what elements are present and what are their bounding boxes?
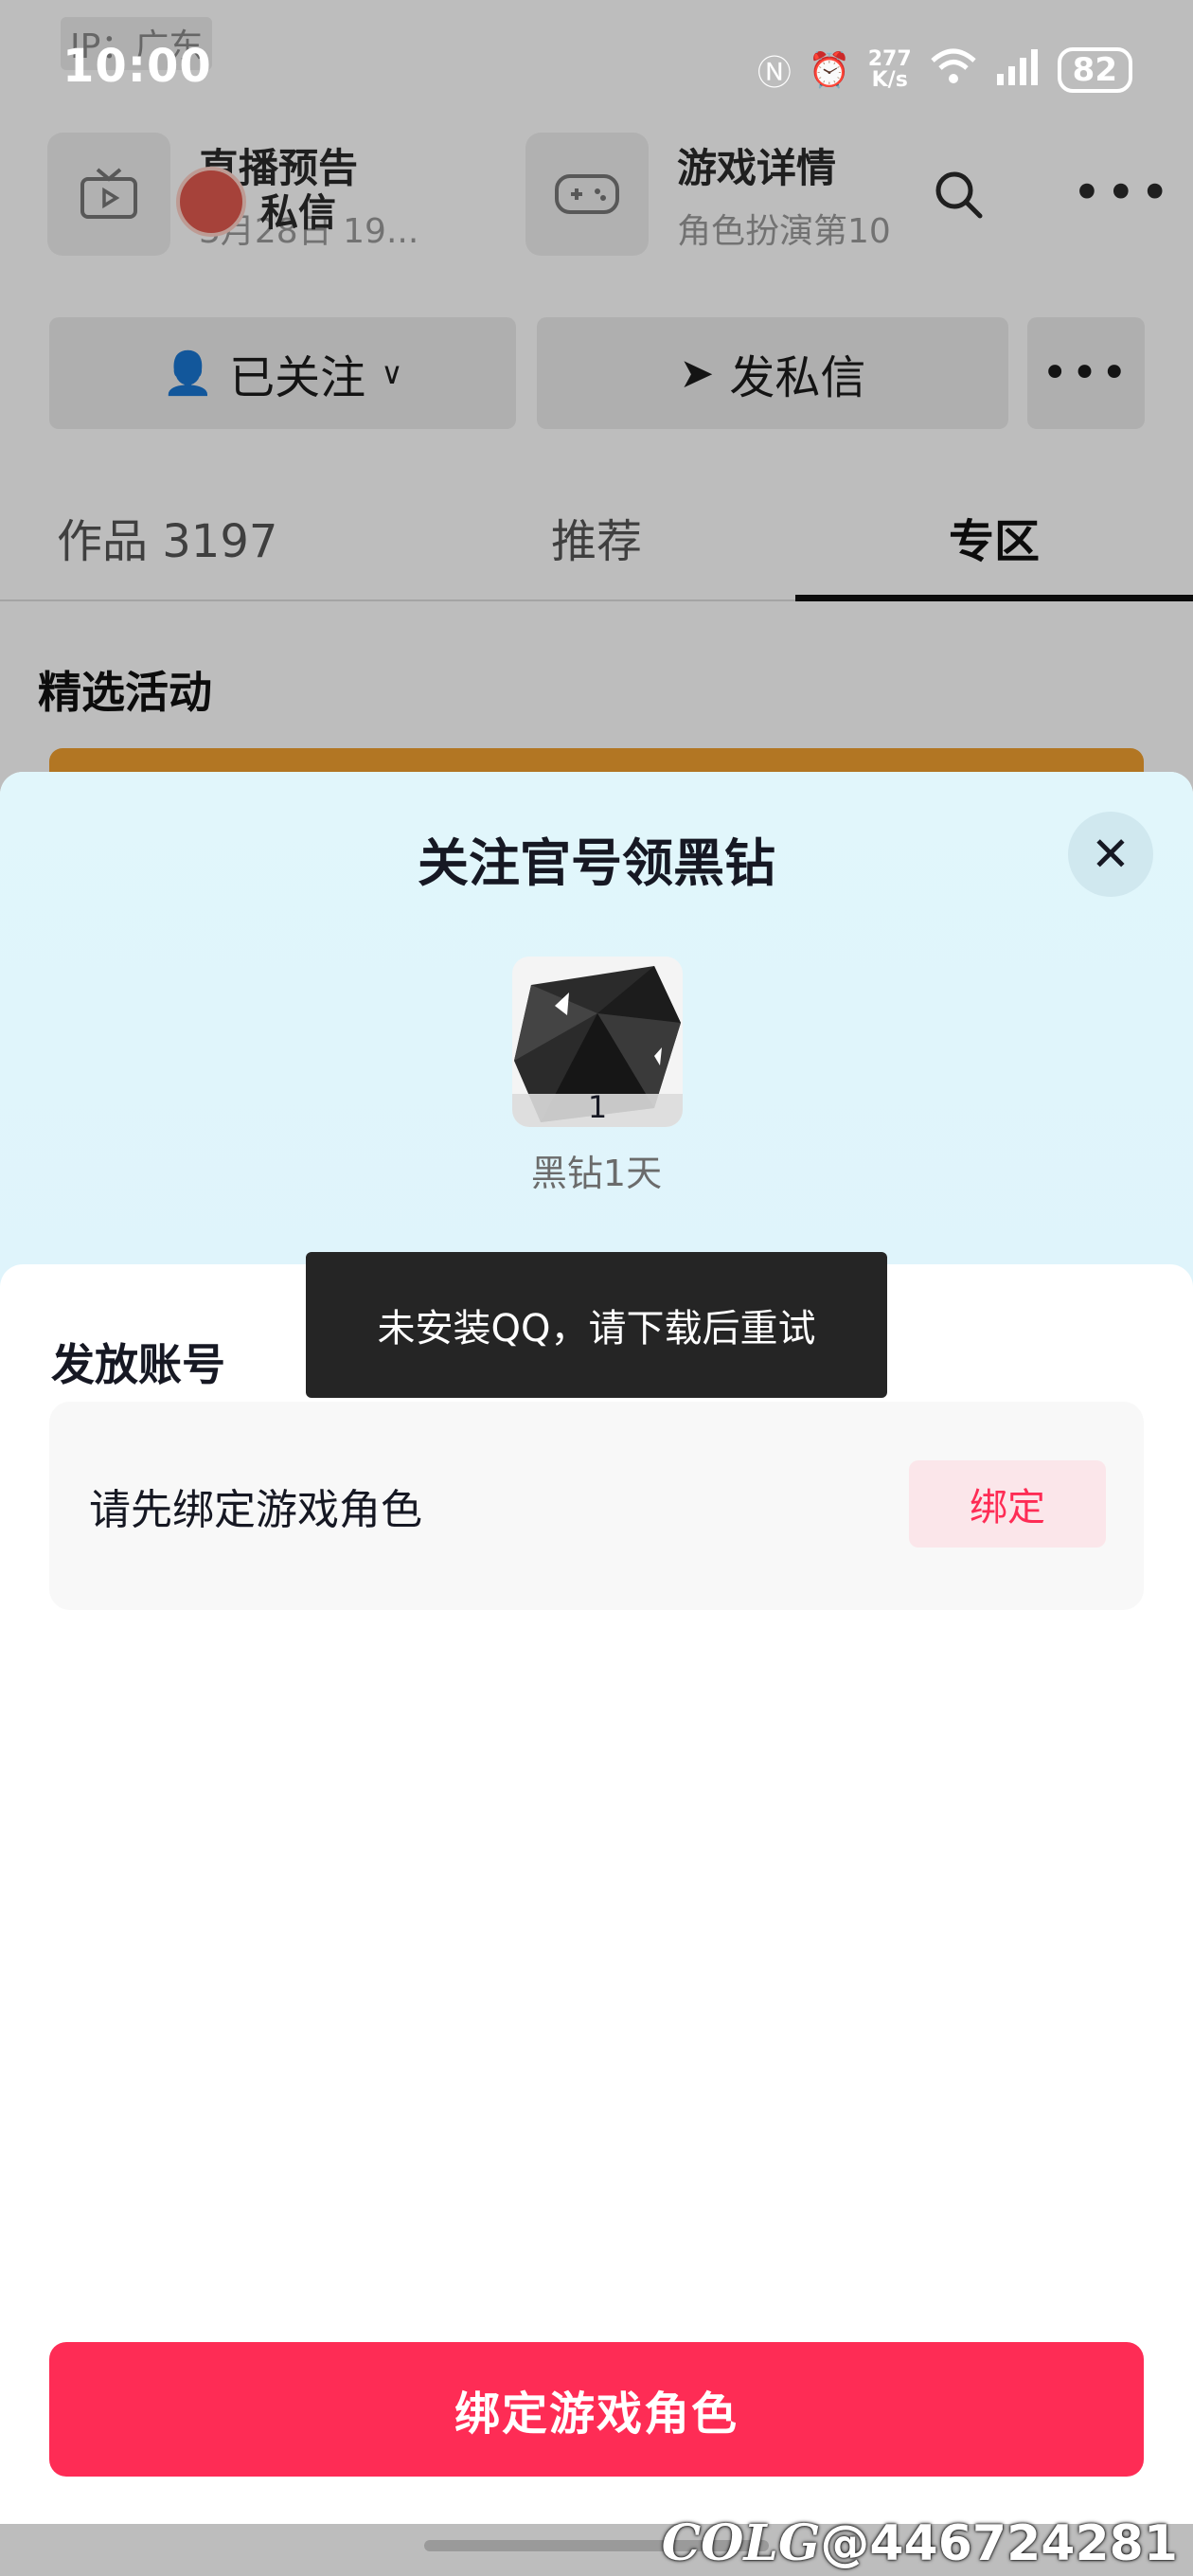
- reward-name: 黑钻1天: [530, 1153, 663, 1194]
- sheet-body: 发放账号 请先绑定游戏角色 绑定 绑定游戏角色: [0, 1264, 1193, 2524]
- watermark: COLG@446724281: [662, 2514, 1178, 2572]
- account-bind-card: 请先绑定游戏角色 绑定: [49, 1402, 1144, 1610]
- follow-reward-sheet: 关注官号领黑钻 ✕ 1 黑钻1天 发放账号 请先绑定游戏角色 绑定 绑定游戏角色: [0, 772, 1193, 2524]
- reward-count: 1: [587, 1089, 608, 1125]
- nfc-icon: Ⓝ: [757, 54, 792, 93]
- bind-button[interactable]: 绑定: [909, 1460, 1106, 1547]
- bind-hint-text: 请先绑定游戏角色: [89, 1486, 422, 1534]
- bind-game-role-button[interactable]: 绑定游戏角色: [49, 2342, 1144, 2477]
- reward-item: 1: [512, 957, 683, 1127]
- network-speed: 277 K/s: [868, 49, 912, 91]
- sheet-title: 关注官号领黑钻: [418, 833, 775, 893]
- toast-message: 未安装QQ，请下载后重试: [306, 1252, 887, 1398]
- status-time: 10:00: [62, 40, 212, 93]
- watermark-text: @446724281: [820, 2515, 1178, 2572]
- wifi-icon: [929, 47, 978, 94]
- network-speed-unit: K/s: [871, 68, 908, 92]
- account-label: 发放账号: [51, 1339, 225, 1390]
- watermark-logo: COLG: [661, 2514, 821, 2572]
- signal-icon: [995, 47, 1041, 94]
- status-icons: Ⓝ ⏰ 277 K/s 82: [757, 45, 1132, 95]
- close-icon[interactable]: ✕: [1068, 812, 1153, 897]
- alarm-icon: ⏰: [808, 51, 851, 90]
- battery-indicator: 82: [1057, 47, 1132, 93]
- sheet-header: 关注官号领黑钻 ✕ 1 黑钻1天: [0, 772, 1193, 1302]
